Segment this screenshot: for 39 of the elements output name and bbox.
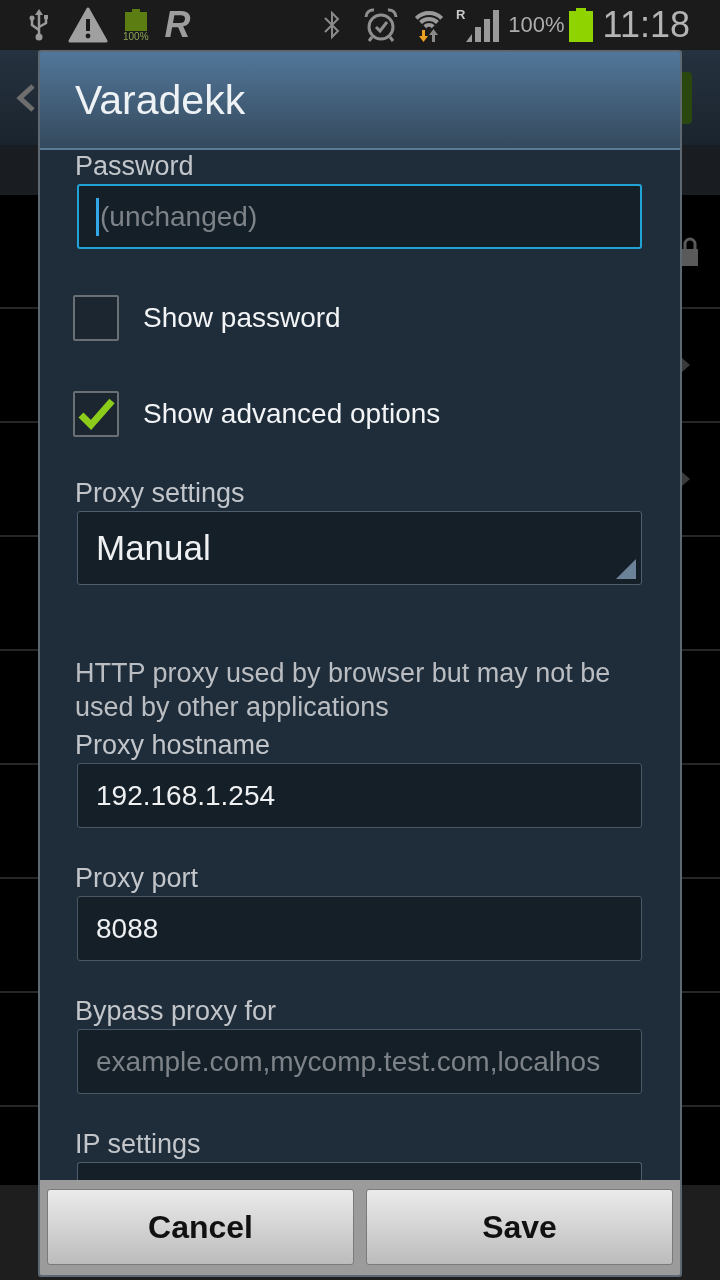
input-field[interactable]: (unchanged) [77,184,642,249]
corner-triangle-icon [616,559,636,579]
checkbox-label: Show password [143,302,341,334]
battery-notice-text: 100% [123,30,149,42]
text-cursor-icon [96,197,99,236]
dialog-title: Varadekk [40,52,680,150]
checkbox[interactable] [73,391,119,437]
app-logo: R [164,5,191,45]
input-field[interactable]: 192.168.1.254 [77,763,642,828]
battery-icon [568,8,593,42]
bluetooth-icon [322,9,341,41]
roaming-indicator: R [455,8,466,22]
help-text: HTTP proxy used by browser but may not be used by other applications [75,657,612,724]
checkbox[interactable] [73,295,119,341]
chevron-right-icon [682,472,690,486]
field-label: Bypass proxy for [75,995,278,1027]
battery-icon [124,8,147,31]
checkmark-icon [77,397,115,431]
field-label: Proxy settings [75,477,246,509]
dropdown[interactable]: Manual [77,511,642,585]
field-label: Proxy hostname [75,729,272,761]
cancel-button[interactable]: Cancel [47,1189,354,1265]
lock-icon [682,236,698,266]
signal-icon [466,10,501,42]
usb-icon [28,9,50,41]
chevron-right-icon [682,358,690,372]
checkbox-label: Show advanced options [143,398,441,430]
field-label: Password [75,150,195,182]
back-caret-icon [16,83,36,112]
input-field[interactable]: 8088 [77,896,642,961]
warning-icon [68,7,108,43]
save-button[interactable]: Save [366,1189,673,1265]
field-label: IP settings [75,1128,201,1160]
input-field[interactable]: example.com,mycomp.test.com,localhos [77,1029,642,1094]
battery-percent: 100% [508,12,565,38]
field-label: Proxy port [75,862,200,894]
dropdown[interactable] [77,1162,642,1180]
clock-time: 11:18 [602,4,690,46]
alarm-clock-icon [362,7,399,43]
